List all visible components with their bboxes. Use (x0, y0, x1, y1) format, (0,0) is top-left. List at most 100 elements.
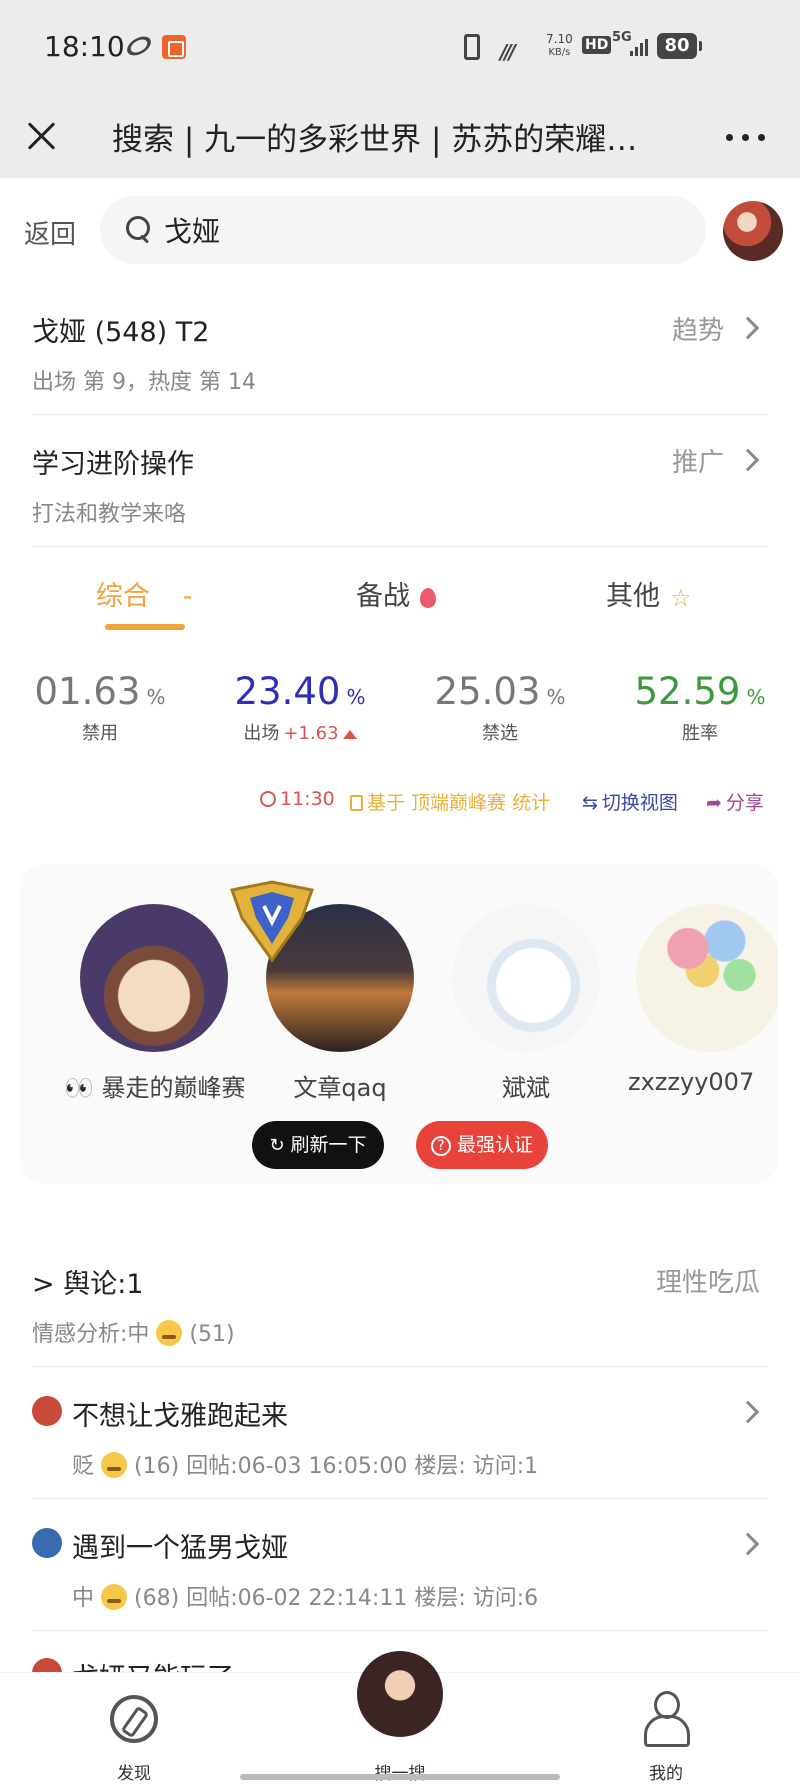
post-reply-info: 回帖:06-03 16:05:00 楼层: 访问:1 (186, 1454, 539, 1479)
user-icon (644, 1691, 690, 1747)
search-icon (126, 216, 150, 240)
post-mood: 贬 (72, 1454, 95, 1479)
stat-value: 52.59 (634, 670, 741, 713)
angry-emoji-icon (101, 1452, 128, 1478)
data-source-text: 基于 顶端巅峰赛 统计 (367, 792, 551, 814)
stat-label: 禁选 (482, 723, 518, 744)
stat-winrate: 52.59% 胜率 (600, 670, 800, 745)
player-name: 👀 暴走的巅峰赛 (64, 1074, 244, 1102)
sentiment-count: (51) (189, 1322, 235, 1347)
stat-ban: 01.63% 禁用 (0, 670, 200, 745)
refresh-label: 刷新一下 (290, 1134, 367, 1156)
certify-button[interactable]: ? 最强认证 (416, 1121, 548, 1169)
post-reply-count: (68) (134, 1586, 180, 1611)
clock-icon (260, 791, 276, 807)
search-input[interactable] (164, 210, 684, 250)
forum-logo-icon (32, 1528, 62, 1558)
rank-crest-icon (230, 880, 314, 963)
vibrate-icon (464, 34, 480, 60)
stat-value: 23.40 (234, 670, 341, 713)
stat-label: 禁用 (82, 723, 118, 744)
player-card[interactable]: 👀 暴走的巅峰赛 (64, 904, 244, 1103)
status-bar: 18:10 /// 7.10 KB/s HD 5G 80 (0, 0, 800, 94)
network-type: 5G (612, 30, 632, 45)
tab-label: 其他 (606, 581, 660, 612)
tab-prep[interactable]: 备战 (356, 574, 436, 613)
player-card[interactable]: zxzzyy007 (624, 904, 778, 1096)
share-icon: ➦ (706, 792, 722, 814)
tab-other[interactable]: 其他 ☆ (606, 574, 692, 613)
nav-label: 我的 (649, 1764, 683, 1784)
tab-suffix: - (182, 581, 193, 612)
signal-icon (630, 38, 652, 56)
opinion-tag[interactable]: 理性吃瓜 (656, 1262, 760, 1299)
more-options-button[interactable] (722, 114, 772, 158)
bottom-nav: 发现 搜一搜 我的 (0, 1651, 800, 1784)
sentiment-summary: 情感分析:中 (51) (32, 1316, 235, 1348)
opinion-title[interactable]: > 舆论:1 (32, 1262, 143, 1301)
hero-avatar[interactable] (723, 201, 783, 261)
flame-icon (420, 587, 436, 608)
chevron-right-icon[interactable] (736, 316, 760, 340)
battery-icon: 80 (657, 33, 702, 59)
top-players-card: 👀 暴走的巅峰赛 文章qaq 斌斌 zxzzyy007 ↻ 刷新一下 ? 最强认证 (20, 864, 778, 1184)
sentiment-label: 情感分析:中 (32, 1322, 150, 1347)
player-card[interactable]: 斌斌 (436, 904, 616, 1103)
app-notification-icon (123, 32, 155, 60)
post-meta: 贬 (16) 回帖:06-03 16:05:00 楼层: 访问:1 (72, 1448, 538, 1480)
player-avatar[interactable] (80, 904, 228, 1052)
app-notification-icon-2 (162, 35, 186, 59)
nfc-icon: /// (500, 40, 516, 64)
player-name: zxzzyy007 (628, 1068, 755, 1096)
stat-unit: % (346, 685, 366, 709)
chevron-right-icon[interactable] (736, 1400, 760, 1424)
refresh-button[interactable]: ↻ 刷新一下 (252, 1121, 384, 1169)
hd-icon: HD (582, 36, 612, 54)
post-title[interactable]: 不想让戈雅跑起来 (72, 1394, 288, 1433)
post-reply-info: 回帖:06-02 22:14:11 楼层: 访问:6 (186, 1586, 539, 1611)
hero-rank: 出场 第 9，热度 第 14 (32, 370, 256, 395)
chevron-right-icon[interactable] (736, 1532, 760, 1556)
stat-label: 胜率 (682, 723, 718, 744)
nav-label: 发现 (117, 1764, 151, 1784)
divider (32, 1498, 768, 1499)
home-indicator[interactable] (240, 1774, 560, 1780)
search-box[interactable] (100, 196, 706, 264)
learn-title[interactable]: 学习进阶操作 (32, 442, 194, 481)
nav-search[interactable]: 搜一搜 (300, 1651, 500, 1784)
tab-overview[interactable]: 综合 - (96, 574, 192, 613)
net-speed-unit: KB/s (548, 47, 571, 58)
nav-me[interactable]: 我的 (566, 1673, 766, 1784)
stat-unit: % (546, 685, 566, 709)
switch-view-button[interactable]: ⇆ 切换视图 (582, 788, 678, 815)
player-avatar[interactable] (636, 904, 778, 1052)
post-title[interactable]: 遇到一个猛男戈娅 (72, 1526, 288, 1565)
arrow-up-icon (342, 729, 357, 739)
player-avatar[interactable] (452, 904, 600, 1052)
post-reply-count: (16) (134, 1454, 180, 1479)
neutral-emoji-icon (101, 1584, 128, 1610)
question-icon: ? (430, 1136, 451, 1156)
divider (32, 414, 768, 415)
tab-label: 备战 (356, 581, 410, 612)
back-button[interactable]: 返回 (24, 214, 76, 251)
stat-delta: +1.63 (283, 723, 339, 744)
close-button[interactable] (18, 112, 66, 160)
chevron-right-icon[interactable] (736, 448, 760, 472)
learn-subtitle: 打法和教学来咯 (32, 502, 187, 527)
net-speed: 7.10 KB/s (546, 32, 573, 60)
share-button[interactable]: ➦ 分享 (706, 788, 764, 815)
document-icon (350, 795, 363, 811)
post-meta: 中 (68) 回帖:06-02 22:14:11 楼层: 访问:6 (72, 1580, 538, 1612)
nav-discover[interactable]: 发现 (34, 1673, 234, 1784)
stat-ban-pick: 25.03% 禁选 (400, 670, 600, 745)
active-tab-indicator (105, 624, 185, 630)
trend-link[interactable]: 趋势 (672, 310, 724, 347)
stat-value: 01.63 (34, 670, 141, 713)
title-bar: 搜索 | 九一的多彩世界 | 苏苏的荣耀… (0, 94, 800, 178)
tab-label: 综合 (96, 581, 150, 612)
status-time: 18:10 (44, 30, 125, 63)
nav-label: 搜一搜 (300, 1759, 500, 1784)
star-icon: ☆ (670, 583, 692, 612)
promo-link[interactable]: 推广 (672, 442, 724, 479)
